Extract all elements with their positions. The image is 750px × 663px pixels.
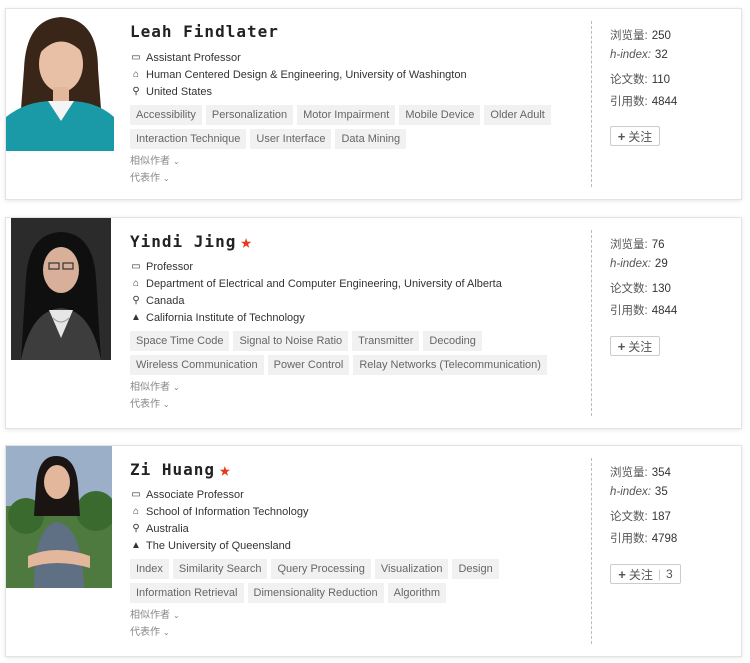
- author-card: Zi Huang ★ ▭ Associate Professor ⌂ School o…: [5, 445, 742, 657]
- similar-authors-toggle[interactable]: 相似作者 ⌄: [130, 153, 560, 170]
- follow-button[interactable]: + 关注 | 3: [610, 564, 681, 584]
- views-stat: 浏览量: 354: [610, 467, 671, 479]
- follow-button[interactable]: + 关注: [610, 336, 660, 356]
- chevron-down-icon: ⌄: [173, 611, 180, 620]
- org-line: ⌂ Department of Electrical and Computer E…: [130, 275, 560, 292]
- author-name[interactable]: Zi Huang ★: [130, 459, 232, 481]
- interest-tag[interactable]: Data Mining: [335, 129, 407, 149]
- institution-icon: ⌂: [132, 506, 140, 517]
- papers-stat: 论文数: 187: [610, 511, 671, 523]
- chevron-down-icon: ⌄: [163, 400, 170, 409]
- interest-tag[interactable]: Dimensionality Reduction: [247, 583, 384, 603]
- interest-tag[interactable]: Mobile Device: [399, 105, 481, 125]
- divider: [591, 21, 592, 187]
- hindex-stat: h-index: 32: [610, 49, 668, 61]
- interest-tag[interactable]: User Interface: [250, 129, 332, 149]
- citations-stat: 引用数: 4844: [610, 305, 678, 317]
- stats: 浏览量: 76 h-index: 29 论文数: 130 引用数: 4844: [610, 236, 677, 324]
- representative-works-toggle[interactable]: 代表作 ⌄: [130, 396, 560, 413]
- interest-tag[interactable]: Visualization: [374, 559, 449, 579]
- position-line: ▭ Assistant Professor: [131, 51, 241, 64]
- location-pin-icon: ⚲: [132, 295, 140, 306]
- education-line: ▲ The University of Queensland: [131, 539, 291, 552]
- tag-list: Index Similarity Search Query Processing…: [130, 559, 560, 607]
- position-line: ▭ Associate Professor: [131, 488, 244, 501]
- graduation-cap-icon: ▲: [131, 540, 141, 551]
- interest-tag[interactable]: Index: [130, 559, 169, 579]
- author-photo[interactable]: [11, 218, 111, 360]
- author-card: Leah Findlater ▭ Assistant Professor ⌂ Hum…: [5, 8, 742, 200]
- interest-tag[interactable]: Transmitter: [352, 331, 420, 351]
- chevron-down-icon: ⌄: [163, 628, 170, 637]
- chevron-down-icon: ⌄: [163, 174, 170, 183]
- location-pin-icon: ⚲: [132, 86, 140, 97]
- interest-tag[interactable]: Query Processing: [271, 559, 371, 579]
- divider: [591, 230, 592, 416]
- similar-authors-toggle[interactable]: 相似作者 ⌄: [130, 379, 560, 396]
- education-line: ▲ California Institute of Technology: [131, 311, 305, 324]
- briefcase-icon: ▭: [131, 52, 141, 63]
- interest-tag[interactable]: Older Adult: [484, 105, 551, 125]
- chevron-down-icon: ⌄: [173, 157, 180, 166]
- interest-tag[interactable]: Motor Impairment: [297, 105, 396, 125]
- papers-stat: 论文数: 130: [610, 283, 671, 295]
- citations-stat: 引用数: 4798: [610, 533, 678, 545]
- author-name[interactable]: Yindi Jing ★: [130, 231, 253, 253]
- interest-tag[interactable]: Algorithm: [387, 583, 447, 603]
- plus-icon: +: [618, 566, 626, 582]
- author-photo[interactable]: [6, 446, 112, 588]
- org-line: ⌂ Human Centered Design & Engineering, Un…: [130, 66, 560, 83]
- representative-works-toggle[interactable]: 代表作 ⌄: [130, 170, 560, 187]
- star-icon: ★: [219, 459, 232, 481]
- interest-tag[interactable]: Relay Networks (Telecommunication): [353, 355, 547, 375]
- author-photo[interactable]: [6, 9, 114, 151]
- citations-stat: 引用数: 4844: [610, 96, 678, 108]
- similar-authors-toggle[interactable]: 相似作者 ⌄: [130, 607, 560, 624]
- plus-icon: +: [617, 338, 626, 354]
- location-line: ⚲ Australia: [130, 520, 560, 537]
- interest-tag[interactable]: Interaction Technique: [130, 129, 247, 149]
- star-icon: ★: [240, 231, 253, 253]
- position-line: ▭ Professor: [131, 260, 194, 273]
- institution-icon: ⌂: [132, 69, 140, 80]
- stats: 浏览量: 250 h-index: 32 论文数: 110 引用数: 4844: [610, 27, 677, 115]
- representative-works-toggle[interactable]: 代表作 ⌄: [130, 624, 560, 641]
- interest-tag[interactable]: Accessibility: [130, 105, 202, 125]
- author-name[interactable]: Leah Findlater: [130, 22, 279, 41]
- briefcase-icon: ▭: [131, 489, 141, 500]
- plus-icon: +: [617, 128, 626, 144]
- interest-tag[interactable]: Personalization: [205, 105, 294, 125]
- chevron-down-icon: ⌄: [173, 383, 180, 392]
- interest-tag[interactable]: Power Control: [267, 355, 350, 375]
- briefcase-icon: ▭: [131, 261, 141, 272]
- tag-list: Space Time Code Signal to Noise Ratio Tr…: [130, 331, 560, 379]
- hindex-stat: h-index: 35: [610, 486, 668, 498]
- interest-tag[interactable]: Decoding: [423, 331, 482, 351]
- divider: [591, 458, 592, 644]
- tag-list: Accessibility Personalization Motor Impa…: [130, 105, 560, 153]
- org-line: ⌂ School of Information Technology: [130, 503, 560, 520]
- interest-tag[interactable]: Information Retrieval: [130, 583, 244, 603]
- views-stat: 浏览量: 76: [610, 239, 665, 251]
- views-stat: 浏览量: 250: [610, 30, 671, 42]
- follow-count: 3: [666, 567, 673, 581]
- interest-tag[interactable]: Design: [452, 559, 499, 579]
- location-pin-icon: ⚲: [132, 523, 140, 534]
- location-line: ⚲ Canada: [130, 292, 560, 309]
- interest-tag[interactable]: Similarity Search: [172, 559, 268, 579]
- stats: 浏览量: 354 h-index: 35 论文数: 187 引用数: 4798: [610, 464, 677, 552]
- follow-button[interactable]: + 关注: [610, 126, 660, 146]
- interest-tag[interactable]: Signal to Noise Ratio: [233, 331, 349, 351]
- location-line: ⚲ United States: [130, 83, 560, 100]
- interest-tag[interactable]: Wireless Communication: [130, 355, 264, 375]
- hindex-stat: h-index: 29: [610, 258, 668, 270]
- graduation-cap-icon: ▲: [131, 312, 141, 323]
- author-card: Yindi Jing ★ ▭ Professor ⌂ Department of El…: [5, 217, 742, 429]
- interest-tag[interactable]: Space Time Code: [130, 331, 230, 351]
- institution-icon: ⌂: [132, 278, 140, 289]
- papers-stat: 论文数: 110: [610, 74, 671, 86]
